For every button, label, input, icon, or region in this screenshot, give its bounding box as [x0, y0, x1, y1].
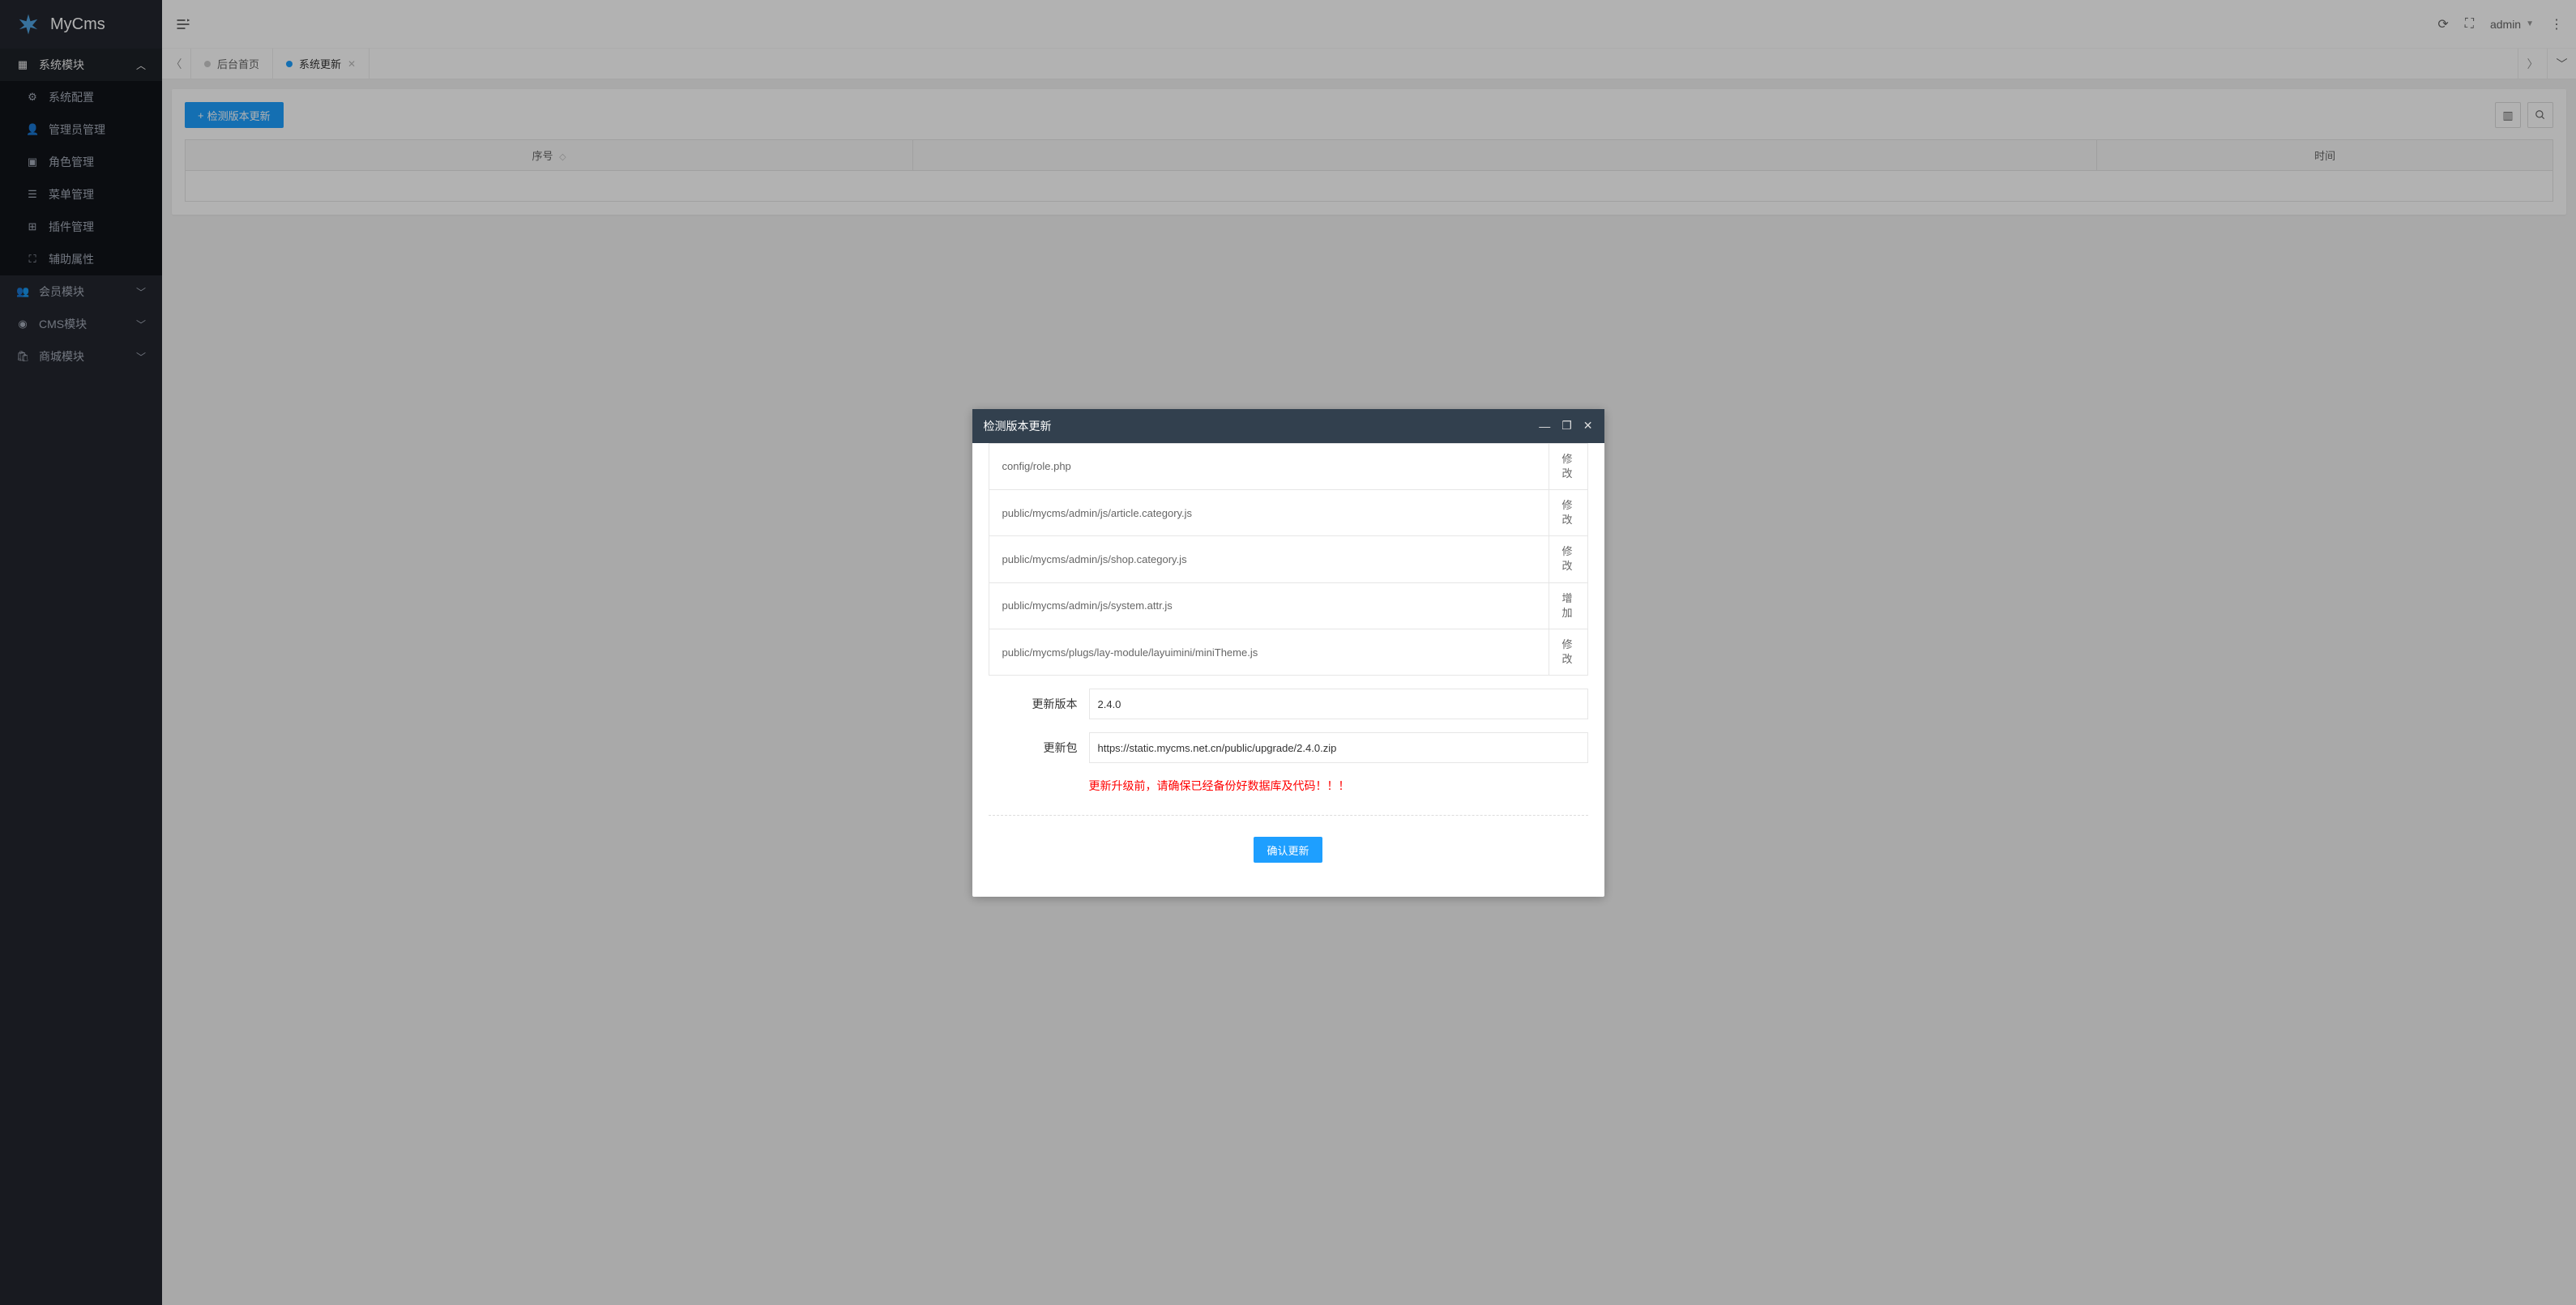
dialog-header-actions: — ❐ ✕ — [1539, 419, 1592, 433]
dialog-header[interactable]: 检测版本更新 — ❐ ✕ — [972, 409, 1604, 443]
file-action-cell: 修改 — [1549, 629, 1587, 676]
file-row: public/mycms/admin/js/article.category.j… — [989, 489, 1587, 535]
version-input[interactable] — [1089, 689, 1588, 719]
update-dialog: 检测版本更新 — ❐ ✕ config/role.php修改public/myc… — [972, 409, 1604, 897]
form-row-version: 更新版本 — [989, 689, 1588, 719]
file-action-cell: 修改 — [1549, 536, 1587, 582]
file-action-cell: 修改 — [1549, 489, 1587, 535]
file-row: config/role.php修改 — [989, 443, 1587, 489]
dialog-scroll-area[interactable]: config/role.php修改public/mycms/admin/js/a… — [972, 443, 1604, 897]
file-path-cell: public/mycms/admin/js/article.category.j… — [989, 489, 1549, 535]
file-changes-table: config/role.php修改public/mycms/admin/js/a… — [989, 443, 1588, 676]
package-input[interactable] — [1089, 732, 1588, 763]
file-action-cell: 修改 — [1549, 443, 1587, 489]
package-label: 更新包 — [989, 740, 1078, 756]
divider — [989, 815, 1588, 816]
dialog-minimize-icon[interactable]: — — [1539, 420, 1550, 433]
file-path-cell: public/mycms/admin/js/shop.category.js — [989, 536, 1549, 582]
confirm-update-button[interactable]: 确认更新 — [1254, 837, 1322, 863]
dialog-close-icon[interactable]: ✕ — [1583, 419, 1593, 433]
dialog-maximize-icon[interactable]: ❐ — [1561, 419, 1572, 433]
file-action-cell: 增加 — [1549, 582, 1587, 629]
version-label: 更新版本 — [989, 696, 1078, 712]
dialog-title: 检测版本更新 — [984, 418, 1052, 434]
file-row: public/mycms/admin/js/shop.category.js修改 — [989, 536, 1587, 582]
file-path-cell: public/mycms/plugs/lay-module/layuimini/… — [989, 629, 1549, 676]
file-row: public/mycms/admin/js/system.attr.js增加 — [989, 582, 1587, 629]
button-label: 确认更新 — [1267, 842, 1309, 858]
dialog-footer: 确认更新 — [989, 837, 1588, 879]
file-path-cell: config/role.php — [989, 443, 1549, 489]
file-row: public/mycms/plugs/lay-module/layuimini/… — [989, 629, 1587, 676]
file-path-cell: public/mycms/admin/js/system.attr.js — [989, 582, 1549, 629]
dialog-body: config/role.php修改public/mycms/admin/js/a… — [972, 443, 1604, 897]
form-row-package: 更新包 — [989, 732, 1588, 763]
warning-text: 更新升级前，请确保已经备份好数据库及代码！！！ — [989, 778, 1588, 794]
